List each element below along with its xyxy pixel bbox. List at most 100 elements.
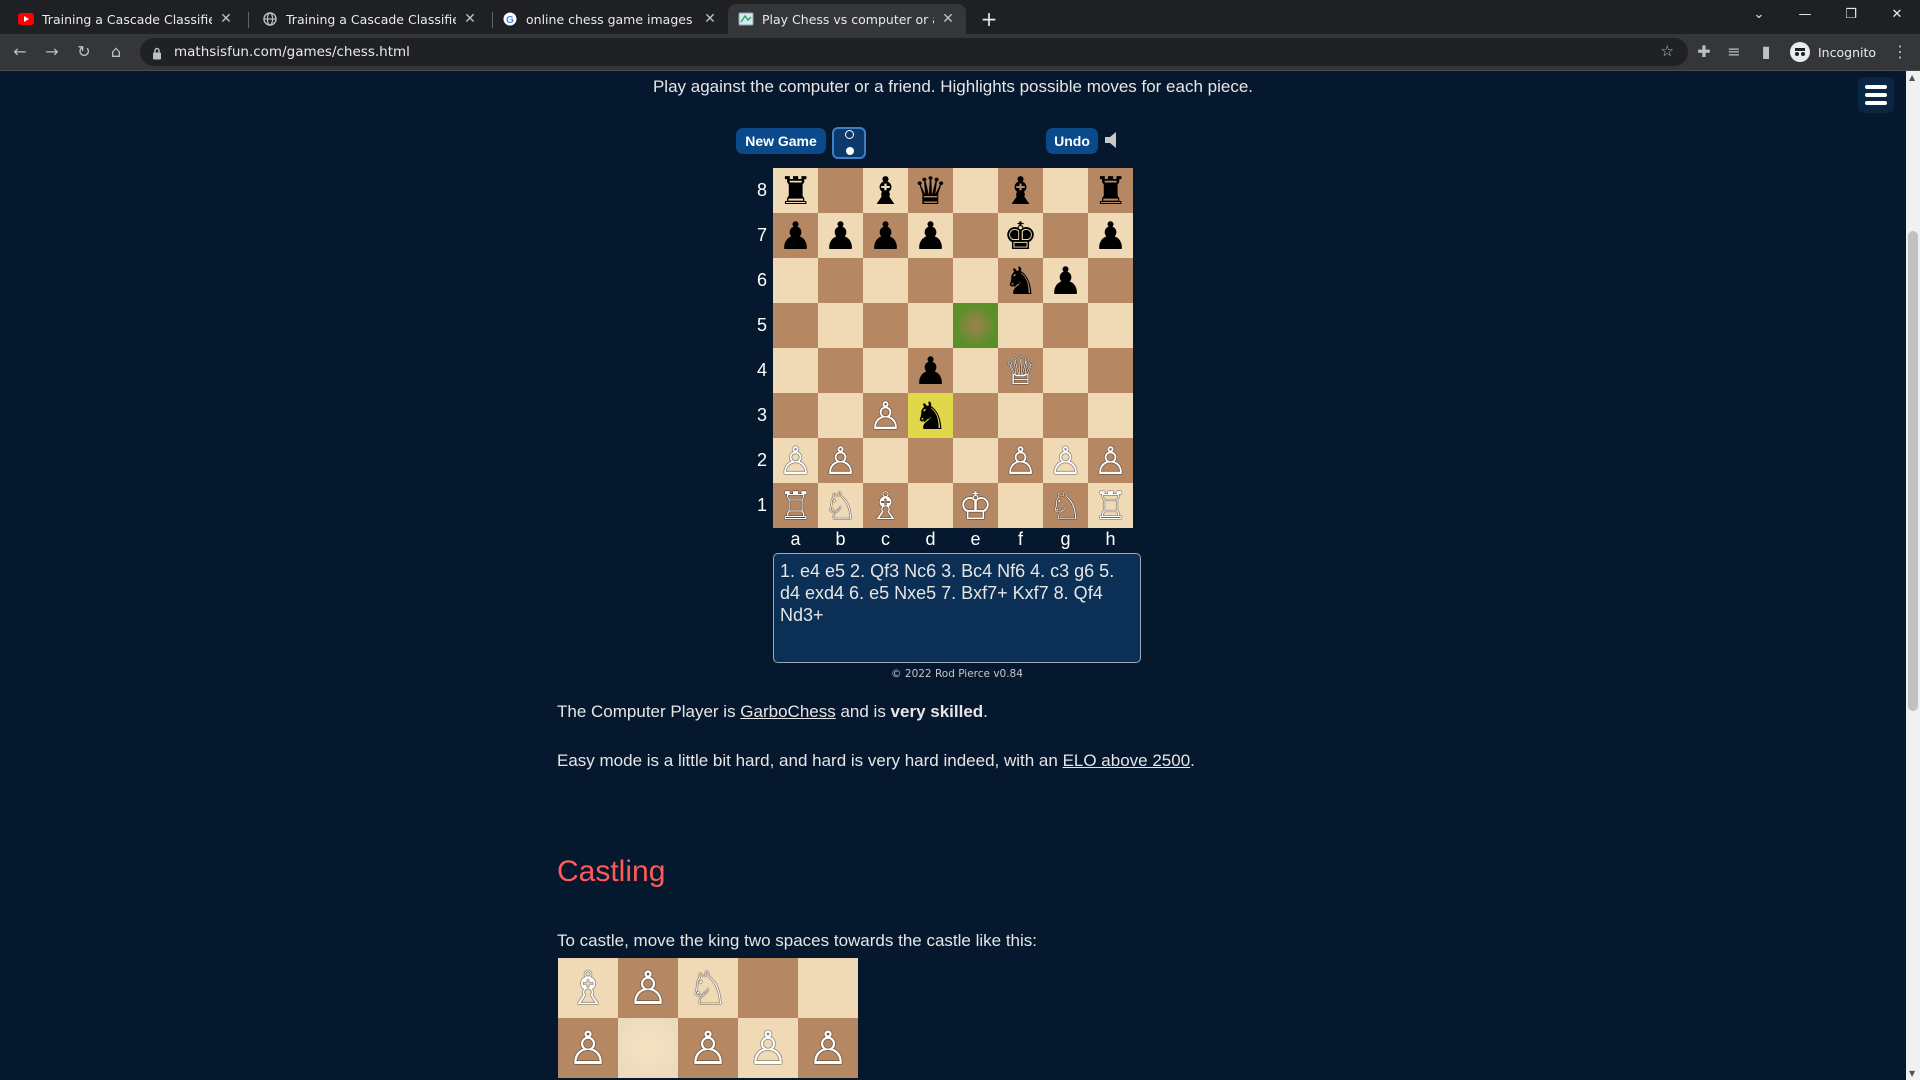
square-g1[interactable]: ♘ [1043, 483, 1088, 528]
square-f5[interactable] [998, 303, 1043, 348]
undo-button[interactable]: Undo [1046, 128, 1098, 154]
tab-search-icon[interactable]: ⌄ [1736, 0, 1782, 30]
home-icon[interactable]: ⌂ [104, 40, 128, 64]
black-bishop-icon[interactable]: ♝ [868, 172, 902, 210]
square-f1[interactable] [998, 483, 1043, 528]
white-pawn-icon[interactable]: ♙ [868, 397, 902, 435]
square-d4[interactable]: ♟ [908, 348, 953, 393]
white-knight-icon[interactable]: ♘ [1048, 487, 1082, 525]
square-e5[interactable] [953, 303, 998, 348]
square-d3[interactable]: ♞ [908, 393, 953, 438]
bookmark-star-icon[interactable]: ☆ [1661, 42, 1674, 60]
black-king-icon[interactable]: ♚ [1003, 217, 1037, 255]
square-c3[interactable]: ♙ [863, 393, 908, 438]
garbochess-link[interactable]: GarboChess [740, 702, 835, 721]
white-rook-icon[interactable]: ♖ [778, 487, 812, 525]
white-bishop-icon[interactable]: ♗ [868, 487, 902, 525]
square-b1[interactable]: ♘ [818, 483, 863, 528]
close-tab-icon[interactable]: ✕ [218, 11, 234, 27]
square-e3[interactable] [953, 393, 998, 438]
player-mode-toggle[interactable] [832, 127, 866, 159]
speaker-icon[interactable] [1104, 131, 1124, 153]
tab-google[interactable]: G online chess game images - Goo ✕ [492, 4, 728, 34]
square-e7[interactable] [953, 213, 998, 258]
profile-button[interactable]: Incognito [1790, 40, 1876, 64]
black-pawn-icon[interactable]: ♟ [778, 217, 812, 255]
tab-youtube[interactable]: Training a Cascade Classifier - Op ✕ [8, 4, 244, 34]
white-pawn-icon[interactable]: ♙ [778, 442, 812, 480]
square-c5[interactable] [863, 303, 908, 348]
square-c4[interactable] [863, 348, 908, 393]
square-a2[interactable]: ♙ [773, 438, 818, 483]
square-g7[interactable] [1043, 213, 1088, 258]
url-text[interactable]: mathsisfun.com/games/chess.html [174, 38, 410, 66]
square-d2[interactable] [908, 438, 953, 483]
black-knight-icon[interactable]: ♞ [913, 397, 947, 435]
black-pawn-icon[interactable]: ♟ [1048, 262, 1082, 300]
white-king-icon[interactable]: ♔ [958, 487, 992, 525]
square-e2[interactable] [953, 438, 998, 483]
square-g3[interactable] [1043, 393, 1088, 438]
square-c6[interactable] [863, 258, 908, 303]
square-g8[interactable] [1043, 168, 1088, 213]
move-list[interactable]: 1. e4 e5 2. Qf3 Nc6 3. Bc4 Nf6 4. c3 g6 … [773, 553, 1141, 663]
square-a7[interactable]: ♟ [773, 213, 818, 258]
square-h6[interactable] [1088, 258, 1133, 303]
square-g4[interactable] [1043, 348, 1088, 393]
square-f6[interactable]: ♞ [998, 258, 1043, 303]
square-b8[interactable] [818, 168, 863, 213]
black-pawn-icon[interactable]: ♟ [913, 217, 947, 255]
square-h7[interactable]: ♟ [1088, 213, 1133, 258]
square-e6[interactable] [953, 258, 998, 303]
hamburger-menu-icon[interactable] [1858, 77, 1894, 113]
extensions-icon[interactable]: ✚ [1692, 40, 1716, 64]
square-d6[interactable] [908, 258, 953, 303]
white-queen-icon[interactable]: ♕ [1003, 352, 1037, 390]
white-pawn-icon[interactable]: ♙ [1003, 442, 1037, 480]
square-h2[interactable]: ♙ [1088, 438, 1133, 483]
square-c8[interactable]: ♝ [863, 168, 908, 213]
tab-chess-active[interactable]: Play Chess vs computer or a frien ✕ [728, 4, 966, 34]
square-e1[interactable]: ♔ [953, 483, 998, 528]
close-tab-icon[interactable]: ✕ [940, 11, 956, 27]
new-tab-button[interactable]: + [976, 6, 1002, 32]
black-bishop-icon[interactable]: ♝ [1003, 172, 1037, 210]
square-a3[interactable] [773, 393, 818, 438]
minimize-icon[interactable]: — [1782, 0, 1828, 30]
square-g6[interactable]: ♟ [1043, 258, 1088, 303]
new-game-button[interactable]: New Game [736, 128, 826, 154]
lock-icon[interactable] [152, 45, 162, 64]
chess-board[interactable]: ♜ ♝ ♛ ♝ ♜ ♟ ♟ ♟ ♟ ♚ ♟ ♞ ♟ ♟ ♕ ♙ ♞ ♙ ♙ ♙ ♙ ♙ ♖ ♘ ♗ ♔ ♘ ♖ [773, 168, 1133, 528]
square-g5[interactable] [1043, 303, 1088, 348]
black-knight-icon[interactable]: ♞ [1003, 262, 1037, 300]
square-c1[interactable]: ♗ [863, 483, 908, 528]
square-a5[interactable] [773, 303, 818, 348]
black-pawn-icon[interactable]: ♟ [913, 352, 947, 390]
square-b7[interactable]: ♟ [818, 213, 863, 258]
white-pawn-icon[interactable]: ♙ [823, 442, 857, 480]
square-d1[interactable] [908, 483, 953, 528]
white-pawn-icon[interactable]: ♙ [1093, 442, 1127, 480]
square-e8[interactable] [953, 168, 998, 213]
square-c7[interactable]: ♟ [863, 213, 908, 258]
square-h8[interactable]: ♜ [1088, 168, 1133, 213]
reload-icon[interactable]: ↻ [72, 40, 96, 64]
black-queen-icon[interactable]: ♛ [913, 172, 947, 210]
square-a8[interactable]: ♜ [773, 168, 818, 213]
square-d7[interactable]: ♟ [908, 213, 953, 258]
black-pawn-icon[interactable]: ♟ [1093, 217, 1127, 255]
square-h3[interactable] [1088, 393, 1133, 438]
restore-icon[interactable]: ❐ [1828, 0, 1874, 30]
black-pawn-icon[interactable]: ♟ [868, 217, 902, 255]
address-bar[interactable]: mathsisfun.com/games/chess.html ☆ [140, 38, 1688, 66]
square-d5[interactable] [908, 303, 953, 348]
back-icon[interactable]: ← [8, 40, 32, 64]
page-scrollbar[interactable]: ▲ ▼ [1906, 71, 1920, 1080]
close-tab-icon[interactable]: ✕ [462, 11, 478, 27]
square-b3[interactable] [818, 393, 863, 438]
square-g2[interactable]: ♙ [1043, 438, 1088, 483]
white-knight-icon[interactable]: ♘ [823, 487, 857, 525]
white-rook-icon[interactable]: ♖ [1093, 487, 1127, 525]
square-c2[interactable] [863, 438, 908, 483]
square-h1[interactable]: ♖ [1088, 483, 1133, 528]
